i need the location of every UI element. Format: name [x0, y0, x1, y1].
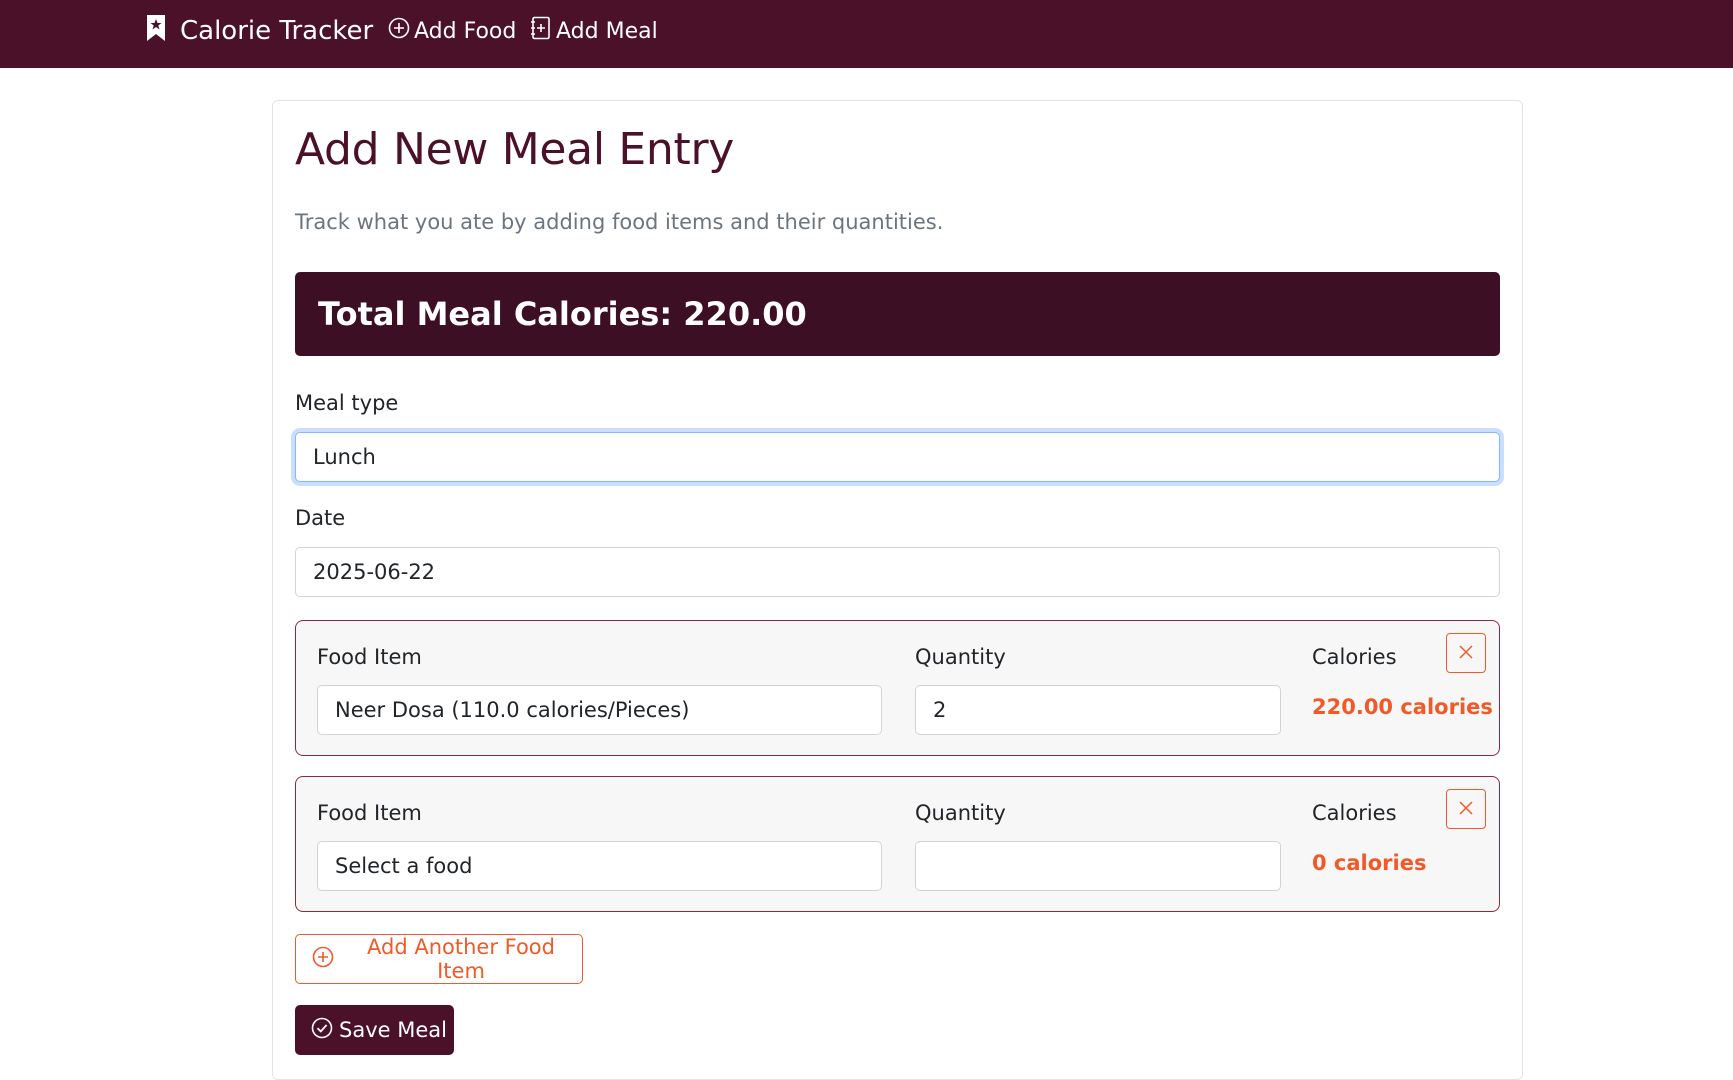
quantity-input[interactable]: [915, 841, 1281, 891]
calories-label: Calories: [1312, 801, 1397, 825]
food-item-select[interactable]: [317, 841, 882, 891]
add-food-item-button[interactable]: Add Another Food Item: [295, 934, 583, 984]
brand[interactable]: Calorie Tracker: [146, 0, 373, 62]
total-calories-banner: Total Meal Calories: 220.00: [295, 272, 1500, 356]
save-meal-button[interactable]: Save Meal: [295, 1005, 454, 1055]
plus-circle-icon: [388, 17, 414, 45]
food-item-label: Food Item: [317, 645, 422, 669]
navbar: Calorie Tracker Add Food Add Meal: [0, 0, 1733, 68]
food-item-row: Food Item Quantity Calories 0 calories: [295, 776, 1500, 912]
page-subtitle: Track what you ate by adding food items …: [295, 210, 944, 234]
total-calories-text: Total Meal Calories: 220.00: [318, 295, 807, 333]
plus-circle-icon: [312, 946, 340, 973]
nav-add-meal-label: Add Meal: [556, 18, 658, 44]
nav-add-food[interactable]: Add Food: [388, 0, 516, 62]
meal-type-input[interactable]: [295, 432, 1500, 482]
date-label: Date: [295, 506, 346, 530]
close-icon: [1458, 644, 1474, 663]
page-title: Add New Meal Entry: [295, 124, 735, 175]
quantity-label: Quantity: [915, 645, 1006, 669]
remove-item-button[interactable]: [1446, 633, 1486, 673]
calories-label: Calories: [1312, 645, 1397, 669]
save-meal-label: Save Meal: [339, 1018, 447, 1042]
quantity-input[interactable]: [915, 685, 1281, 735]
quantity-label: Quantity: [915, 801, 1006, 825]
journal-plus-icon: [530, 16, 556, 46]
meal-type-label: Meal type: [295, 391, 399, 415]
food-item-row: Food Item Quantity Calories 220.00 calor…: [295, 620, 1500, 756]
food-item-label: Food Item: [317, 801, 422, 825]
item-calories-value: 0 calories: [1312, 851, 1427, 875]
nav-add-food-label: Add Food: [414, 18, 517, 44]
close-icon: [1458, 800, 1474, 819]
remove-item-button[interactable]: [1446, 789, 1486, 829]
food-item-select[interactable]: [317, 685, 882, 735]
brand-label: Calorie Tracker: [180, 16, 374, 46]
date-input[interactable]: [295, 547, 1500, 597]
bookmark-icon: [146, 14, 180, 49]
add-food-item-label: Add Another Food Item: [367, 935, 555, 983]
nav-add-meal[interactable]: Add Meal: [530, 0, 658, 62]
item-calories-value: 220.00 calories: [1312, 695, 1493, 719]
check-circle-icon: [311, 1017, 339, 1044]
